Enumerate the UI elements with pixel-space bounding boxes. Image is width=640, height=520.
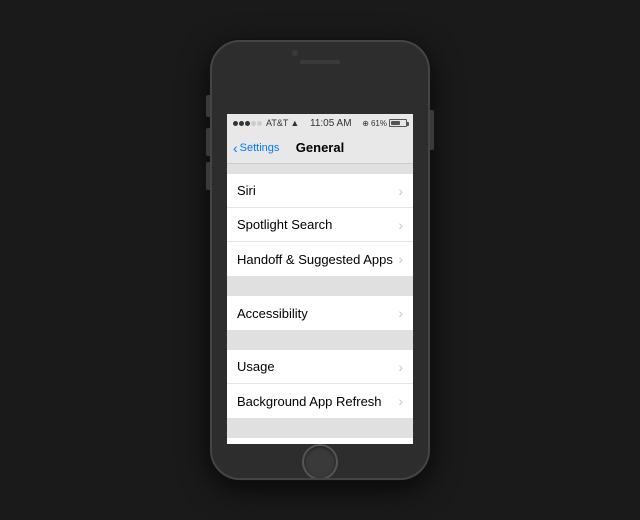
back-button-label: Settings — [240, 142, 280, 154]
section-4: Auto-Lock 1 Minute › Restrictions Off › — [227, 438, 413, 444]
chevron-right-icon: › — [398, 393, 403, 409]
signal-dot-2 — [239, 121, 244, 126]
settings-list: Siri › Spotlight Search › Handoff & Sugg… — [227, 164, 413, 444]
chevron-right-icon: › — [398, 359, 403, 375]
home-button[interactable] — [302, 444, 338, 480]
chevron-right-icon: › — [398, 217, 403, 233]
list-item[interactable]: Spotlight Search › — [227, 208, 413, 242]
status-left: AT&T ▲ — [233, 118, 299, 128]
row-label-background-refresh: Background App Refresh — [237, 394, 382, 409]
battery-icon — [389, 119, 407, 127]
volume-down-button — [206, 162, 210, 190]
section-gap-1 — [227, 276, 413, 296]
status-right: ⊕ 61% — [362, 119, 407, 128]
volume-up-button — [206, 128, 210, 156]
navigation-bar: ‹ Settings General — [227, 132, 413, 164]
signal-icon — [233, 121, 262, 126]
row-label-handoff: Handoff & Suggested Apps — [237, 252, 393, 267]
chevron-right-icon: › — [398, 251, 403, 267]
section-gap-3 — [227, 418, 413, 438]
phone-top-area — [210, 40, 430, 76]
home-button-area — [302, 444, 338, 480]
status-bar: AT&T ▲ 11:05 AM ⊕ 61% — [227, 114, 413, 132]
list-item[interactable]: Accessibility › — [227, 296, 413, 330]
section-gap-0 — [227, 164, 413, 174]
earpiece-speaker — [300, 60, 340, 64]
battery-fill — [391, 121, 400, 125]
list-item[interactable]: Usage › — [227, 350, 413, 384]
row-right-spotlight: › — [398, 217, 403, 233]
section-gap-2 — [227, 330, 413, 350]
list-item[interactable]: Siri › — [227, 174, 413, 208]
chevron-right-icon: › — [398, 305, 403, 321]
row-label-spotlight: Spotlight Search — [237, 217, 332, 232]
power-button — [430, 110, 434, 150]
mute-button — [206, 95, 210, 117]
carrier-label: AT&T — [266, 118, 288, 128]
row-label-usage: Usage — [237, 359, 275, 374]
signal-dot-3 — [245, 121, 250, 126]
page-title: General — [296, 140, 344, 155]
front-camera — [292, 50, 298, 56]
list-item[interactable]: Handoff & Suggested Apps › — [227, 242, 413, 276]
signal-dot-4 — [251, 121, 256, 126]
row-right-usage: › — [398, 359, 403, 375]
list-item[interactable]: Auto-Lock 1 Minute › — [227, 438, 413, 444]
section-2: Accessibility › — [227, 296, 413, 330]
row-right-background-refresh: › — [398, 393, 403, 409]
list-item[interactable]: Background App Refresh › — [227, 384, 413, 418]
status-time: 11:05 AM — [310, 118, 352, 129]
row-label-siri: Siri — [237, 183, 256, 198]
row-right-siri: › — [398, 183, 403, 199]
wifi-icon: ▲ — [290, 118, 299, 128]
chevron-right-icon: › — [398, 183, 403, 199]
section-1: Siri › Spotlight Search › Handoff & Sugg… — [227, 174, 413, 276]
row-right-accessibility: › — [398, 305, 403, 321]
phone-screen: AT&T ▲ 11:05 AM ⊕ 61% ‹ Settings General — [227, 114, 413, 444]
signal-dot-5 — [257, 121, 262, 126]
row-label-accessibility: Accessibility — [237, 306, 308, 321]
back-chevron-icon: ‹ — [233, 140, 238, 156]
row-right-handoff: › — [398, 251, 403, 267]
location-icon: ⊕ — [362, 119, 369, 128]
section-3: Usage › Background App Refresh › — [227, 350, 413, 418]
phone-frame: AT&T ▲ 11:05 AM ⊕ 61% ‹ Settings General — [210, 40, 430, 480]
back-button[interactable]: ‹ Settings — [233, 140, 279, 156]
signal-dot-1 — [233, 121, 238, 126]
battery-percent: 61% — [371, 119, 387, 128]
